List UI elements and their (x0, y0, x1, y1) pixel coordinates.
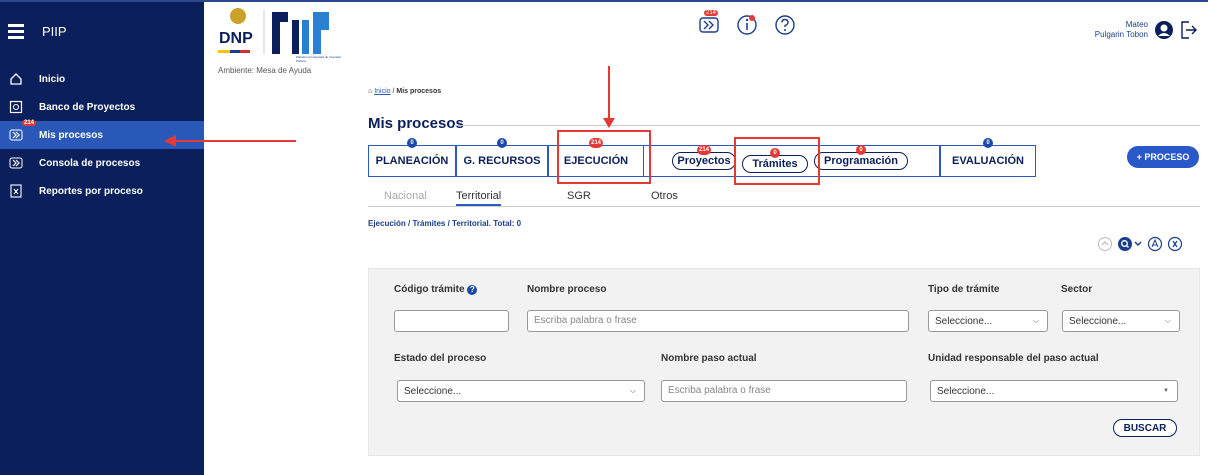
tipo-tramite-select[interactable]: Seleccione... ⌵ (928, 310, 1048, 332)
table-actions (1097, 236, 1183, 252)
subtab-programacion[interactable]: 0 Programación (814, 145, 908, 170)
annotation-box-ejecucion (557, 130, 651, 184)
double-chevron-icon (9, 156, 23, 170)
notification-badge: 214 (704, 10, 719, 16)
breadcrumb-current: Mis procesos (396, 88, 442, 95)
unidad-select[interactable]: Seleccione... ▼ (930, 380, 1178, 402)
chevron-down-icon: ⌵ (629, 386, 636, 395)
page-title: Mis procesos (368, 115, 464, 132)
region-tabs: Nacional Territorial SGR Otros (368, 190, 1200, 207)
breadcrumb-home-link[interactable]: Inicio (374, 88, 390, 95)
nombre-proceso-label: Nombre proceso (527, 284, 607, 295)
subtab-count: 0 (856, 145, 866, 155)
dnp-logo: DNP Plataforma Integrada de Inversión Pú… (216, 6, 350, 63)
menu-icon[interactable] (8, 23, 24, 39)
user-avatar-icon[interactable] (1154, 20, 1174, 40)
help-icon[interactable]: ? (467, 285, 478, 295)
results-summary: Ejecución / Trámites / Territorial. Tota… (368, 219, 522, 228)
codigo-label: Código trámite ? (394, 284, 478, 295)
step-evaluacion[interactable]: 0 EVALUACIÓN (940, 138, 1036, 177)
annotation-arrowhead (603, 118, 615, 128)
logo-text: DNP (219, 30, 253, 47)
step-count: 0 (983, 138, 993, 148)
sidebar: PIIP Inicio Banco de Proyectos 214 Mis p… (0, 2, 204, 475)
upload-icon[interactable] (1097, 236, 1113, 252)
annotation-arrowhead (164, 135, 176, 147)
sidebar-item-banco[interactable]: Banco de Proyectos (0, 93, 204, 121)
help-icon[interactable] (774, 14, 796, 36)
step-count: 0 (497, 138, 507, 148)
user-name: Mateo Pulgarin Tobon (1094, 20, 1148, 39)
codigo-input[interactable] (394, 310, 509, 332)
step-planeacion[interactable]: 0 PLANEACIÓN (368, 138, 456, 177)
excel-icon[interactable] (1167, 236, 1183, 252)
sidebar-item-label: Banco de Proyectos (39, 101, 136, 113)
sidebar-item-label: Inicio (39, 73, 66, 85)
top-icons: 214 (698, 10, 796, 36)
sidebar-item-label: Consola de procesos (39, 157, 141, 169)
excel-file-icon (9, 184, 23, 198)
pdf-icon[interactable] (1147, 236, 1163, 252)
notification-badge: 214 (22, 120, 37, 126)
chevron-down-icon: ⌵ (1164, 316, 1171, 325)
subtab-count: 214 (696, 145, 712, 155)
annotation-arrow (174, 140, 296, 142)
sector-select[interactable]: Seleccione... ⌵ (1062, 310, 1180, 332)
double-chevron-icon (9, 128, 23, 142)
sidebar-item-inicio[interactable]: Inicio (0, 65, 204, 93)
home-icon (9, 72, 23, 86)
chevron-down-icon: ⌵ (1032, 316, 1039, 325)
annotation-box-tramites (734, 137, 820, 185)
tab-territorial[interactable]: Territorial (456, 190, 502, 206)
tab-otros[interactable]: Otros (651, 190, 678, 202)
tab-sgr[interactable]: SGR (567, 190, 591, 202)
add-process-button[interactable]: + PROCESO (1127, 146, 1199, 168)
logo-subtitle: Plataforma Integrada de Inversión Públic… (296, 55, 342, 63)
annotation-arrow (608, 66, 610, 124)
sidebar-item-reportes[interactable]: Reportes por proceso (0, 177, 204, 205)
unidad-label: Unidad responsable del paso actual (928, 353, 1099, 364)
processes-icon[interactable]: 214 (698, 10, 720, 36)
step-g-recursos[interactable]: 0 G. RECURSOS (456, 138, 548, 177)
title-divider (454, 125, 1200, 126)
search-dropdown-icon[interactable] (1117, 236, 1143, 252)
tipo-tramite-label: Tipo de trámite (928, 284, 1000, 295)
paso-label: Nombre paso actual (661, 353, 757, 364)
sidebar-item-label: Mis procesos (39, 129, 103, 141)
sidebar-item-label: Reportes por proceso (39, 185, 143, 197)
subtab-proyectos[interactable]: 214 Proyectos (672, 145, 736, 170)
breadcrumb: ⌂ Inicio / Mis procesos (368, 88, 442, 95)
search-button[interactable]: BUSCAR (1113, 419, 1177, 437)
sidebar-item-consola[interactable]: Consola de procesos (0, 149, 204, 177)
tab-nacional[interactable]: Nacional (384, 190, 427, 202)
chevron-down-icon: ▼ (1163, 388, 1169, 394)
info-icon[interactable] (736, 14, 758, 36)
paso-input[interactable]: Escriba palabra o frase (661, 380, 907, 402)
nombre-proceso-input[interactable]: Escriba palabra o frase (527, 310, 909, 332)
sector-label: Sector (1061, 284, 1093, 295)
logout-icon[interactable] (1180, 20, 1198, 40)
user-menu[interactable]: Mateo Pulgarin Tobon (1095, 20, 1198, 40)
environment-label: Ambiente: Mesa de Ayuda (218, 66, 312, 75)
step-count: 0 (407, 138, 417, 148)
sidebar-header: PIIP (0, 2, 204, 60)
estado-select[interactable]: Seleccione... ⌵ (397, 380, 645, 402)
estado-label: Estado del proceso (394, 353, 487, 364)
brand-name: PIIP (42, 23, 67, 39)
folder-search-icon (9, 100, 23, 114)
